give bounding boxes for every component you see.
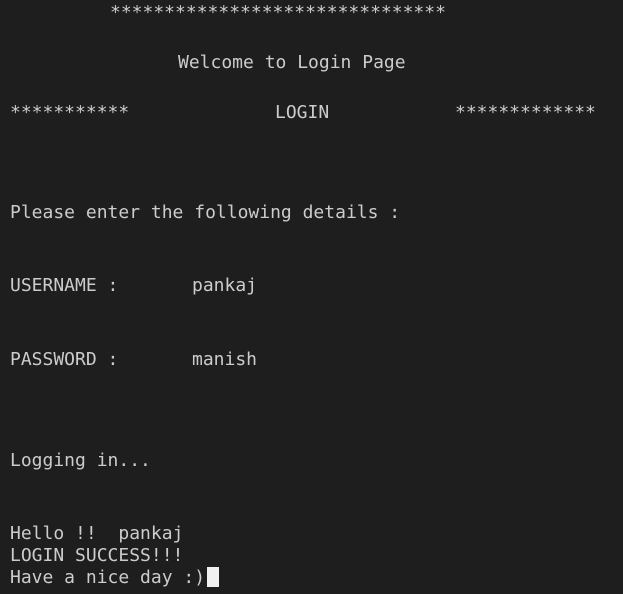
username-value: pankaj (192, 275, 258, 296)
logging-in-status: Logging in... (10, 450, 151, 471)
login-title: LOGIN (275, 102, 330, 123)
password-label: PASSWORD : (10, 349, 119, 370)
username-label: USERNAME : (10, 275, 119, 296)
login-left-stars: *********** (10, 102, 130, 123)
welcome-heading: Welcome to Login Page (178, 52, 406, 73)
terminal-cursor (207, 567, 220, 587)
hello-message: Hello !! pankaj (10, 523, 184, 544)
goodbye-line: Have a nice day :) (10, 567, 220, 589)
terminal-window[interactable]: ******************************* Welcome … (0, 0, 623, 594)
banner-top-stars: ******************************* (110, 2, 446, 23)
password-value: manish (192, 349, 258, 370)
details-prompt: Please enter the following details : (10, 202, 401, 223)
login-success-message: LOGIN SUCCESS!!! (10, 545, 184, 566)
goodbye-message: Have a nice day :) (10, 567, 206, 588)
login-right-stars: ************* (455, 102, 596, 123)
